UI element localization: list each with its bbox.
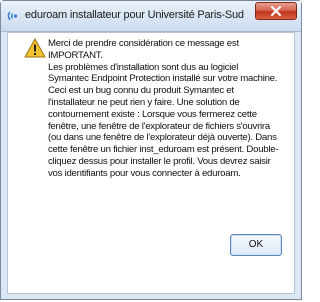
window-title: eduroam installateur pour Université Par… (25, 9, 244, 21)
app-icon (7, 9, 21, 23)
warning-icon (24, 38, 46, 58)
title-bar[interactable]: eduroam installateur pour Université Par… (1, 1, 301, 32)
dialog-message: Merci de prendre considération ce messag… (48, 38, 279, 179)
close-button[interactable] (255, 2, 297, 20)
close-icon (271, 6, 281, 16)
ok-button[interactable]: OK (230, 234, 282, 256)
